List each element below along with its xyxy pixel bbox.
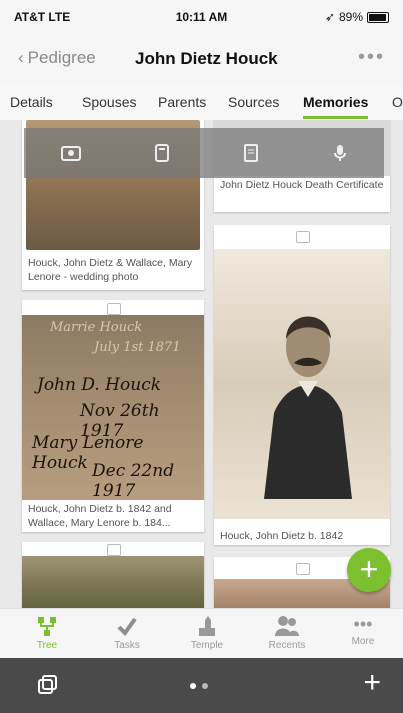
tab-tasks[interactable]: Tasks xyxy=(92,614,162,651)
memory-type-toolbar xyxy=(24,128,384,178)
tab-spouses[interactable]: Spouses xyxy=(82,94,136,110)
temple-icon xyxy=(199,616,215,636)
tab-parents[interactable]: Parents xyxy=(158,94,206,110)
memory-card-landscape[interactable] xyxy=(22,542,204,608)
chevron-left-icon: ‹ xyxy=(18,48,24,67)
icon-line xyxy=(158,148,165,150)
landscape-photo xyxy=(22,556,204,608)
icon-box xyxy=(42,675,57,690)
icon-box xyxy=(38,617,44,623)
people-icon xyxy=(275,616,299,636)
icon-circle xyxy=(67,150,74,156)
tab-sources[interactable]: Sources xyxy=(228,94,279,110)
tab-label-more: More xyxy=(351,636,375,647)
card-caption: Houck, John Dietz b. 1842 and Wallace, M… xyxy=(28,503,172,529)
memory-card-handwriting[interactable]: Marrie Houck July 1st 1871 John D. Houck… xyxy=(22,300,204,532)
status-bar: AT&T LTE 10:11 AM ➶ 89% xyxy=(0,0,403,34)
page-dot xyxy=(189,683,196,689)
icon-body xyxy=(275,628,299,636)
photo-icon xyxy=(296,231,310,243)
app-switcher-bar: + xyxy=(0,658,403,713)
tab-recents[interactable]: Recents xyxy=(252,614,322,651)
bottom-tab-bar: Tree Tasks Temple Recents ••• More xyxy=(0,608,403,659)
icon-temple xyxy=(199,616,215,636)
tab-more[interactable]: ••• More xyxy=(328,614,398,647)
page-dot xyxy=(201,683,208,689)
memories-grid[interactable]: Houck, John Dietz & Wallace, Mary Lenore… xyxy=(0,120,403,608)
more-dots-icon: ••• xyxy=(353,614,373,634)
navigation-bar: ‹ Pedigree John Dietz Houck ••• xyxy=(0,34,403,86)
tree-icon xyxy=(38,617,56,636)
location-icon: ➶ xyxy=(324,10,335,24)
checkmark-icon xyxy=(117,617,137,637)
add-button[interactable]: + xyxy=(363,666,381,700)
story-filter-icon[interactable] xyxy=(241,143,261,163)
memory-card-portrait[interactable]: Houck, John Dietz b. 1842 xyxy=(214,225,390,545)
tab-overflow[interactable]: O xyxy=(392,94,403,110)
battery-text: 89% xyxy=(338,10,363,24)
battery-icon xyxy=(367,11,389,23)
card-caption: John Dietz Houck Death Certificate xyxy=(220,179,384,191)
icon-box xyxy=(38,679,53,694)
icon-branch xyxy=(40,623,54,630)
icon-head xyxy=(288,618,296,626)
icon-frame xyxy=(154,144,169,162)
add-memory-button[interactable]: + xyxy=(347,548,391,592)
tab-temple[interactable]: Temple xyxy=(172,614,242,651)
icon-box xyxy=(44,630,50,636)
back-label: Pedigree xyxy=(27,48,96,67)
more-button[interactable]: ••• xyxy=(358,46,385,69)
portrait-photo xyxy=(214,249,390,519)
tab-details[interactable]: Details xyxy=(10,94,53,110)
photo-icon xyxy=(107,544,121,556)
handwriting-top-line: Marrie Houck xyxy=(50,320,143,335)
battery-area: ➶ 89% xyxy=(325,10,389,24)
handwriting-photo: Marrie Houck July 1st 1871 John D. Houck… xyxy=(22,315,204,501)
document-filter-icon[interactable] xyxy=(152,143,172,163)
tab-label-temple: Temple xyxy=(190,640,224,651)
portrait-body xyxy=(264,385,352,499)
copy-icon[interactable] xyxy=(36,672,60,696)
tab-memories[interactable]: Memories xyxy=(303,94,369,119)
tab-strip: Details Spouses Parents Sources Memories… xyxy=(0,86,403,121)
handwriting-line-1: John D. Houck xyxy=(37,375,162,395)
card-caption: Houck, John Dietz b. 1842 xyxy=(220,530,344,542)
icon-mic xyxy=(336,145,343,155)
tab-label-tasks: Tasks xyxy=(114,640,140,651)
tab-tree[interactable]: Tree xyxy=(12,614,82,651)
back-button[interactable]: ‹ Pedigree xyxy=(18,48,96,68)
audio-filter-icon[interactable] xyxy=(330,143,350,163)
icon-check xyxy=(117,617,137,637)
tab-label-recents: Recents xyxy=(268,640,306,651)
handwriting-date-line: July 1st 1871 xyxy=(94,340,181,355)
handwriting-line-4: Dec 22nd 1917 xyxy=(92,461,175,501)
photo-filter-icon[interactable] xyxy=(59,143,83,163)
tab-label-tree: Tree xyxy=(36,640,58,651)
page-title: John Dietz Houck xyxy=(135,49,278,68)
page-dots xyxy=(189,683,208,689)
man-portrait xyxy=(264,316,352,499)
card-caption: Houck, John Dietz & Wallace, Mary Lenore… xyxy=(28,257,193,283)
document-icon xyxy=(107,303,121,315)
icon-head xyxy=(278,616,288,626)
icon-box xyxy=(50,617,56,623)
photo-icon xyxy=(296,563,310,575)
